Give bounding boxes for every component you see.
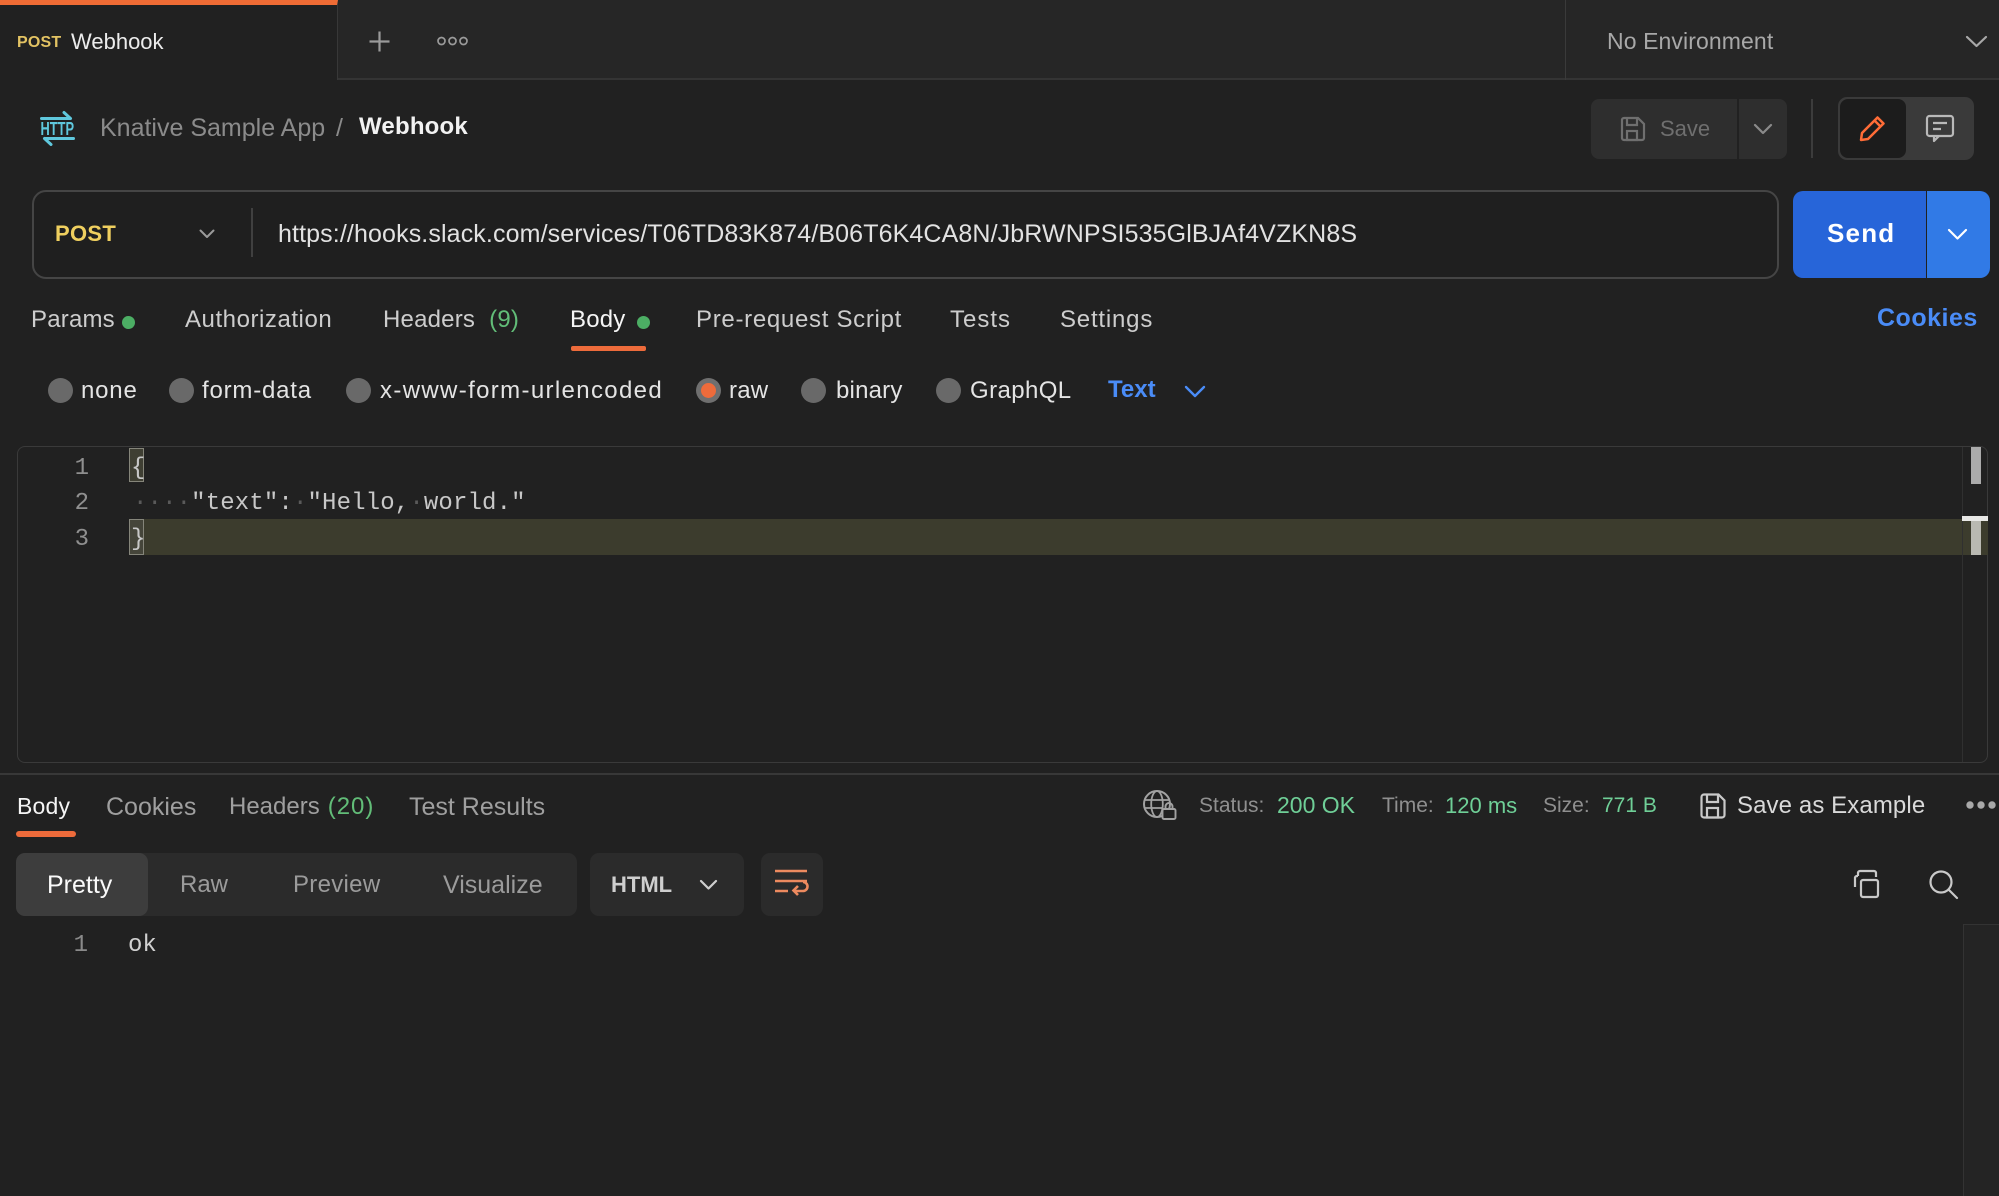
svg-text:HTTP: HTTP	[41, 119, 75, 139]
